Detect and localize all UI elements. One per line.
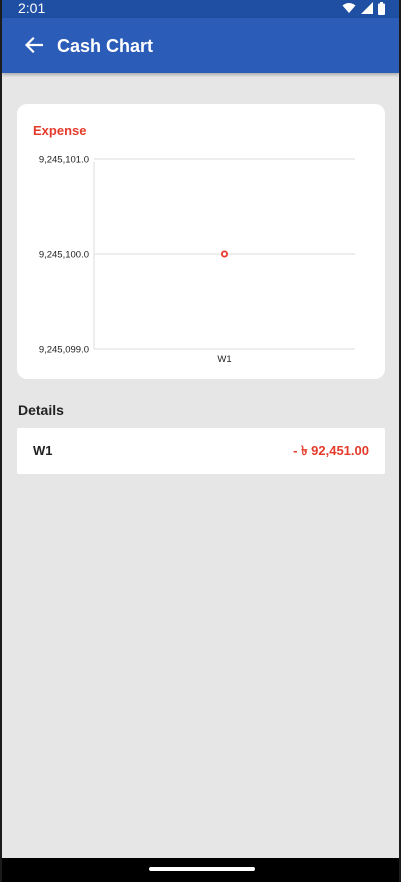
detail-label: W1 bbox=[33, 443, 53, 458]
page-title: Cash Chart bbox=[57, 36, 154, 56]
signal-icon bbox=[361, 2, 373, 14]
y-tick-label: 9,245,101.0 bbox=[39, 155, 89, 166]
y-tick-label: 9,245,099.0 bbox=[39, 345, 89, 356]
detail-row-w1[interactable]: W1 - ৳ 92,451.00 bbox=[17, 428, 385, 474]
screen: 2:01 Cash Chart Expense 9,245,101.0 9,245… bbox=[2, 0, 399, 882]
y-tick-label: 9,245,100.0 bbox=[39, 250, 89, 261]
app-bar: Cash Chart bbox=[2, 18, 399, 73]
arrow-back-icon bbox=[25, 37, 43, 53]
back-button[interactable] bbox=[20, 31, 48, 59]
status-icons bbox=[342, 1, 385, 15]
home-indicator[interactable] bbox=[149, 867, 255, 871]
detail-amount: - ৳ 92,451.00 bbox=[293, 443, 369, 458]
status-time: 2:01 bbox=[18, 0, 46, 16]
status-bar: 2:01 bbox=[2, 0, 399, 18]
details-heading: Details bbox=[18, 402, 64, 418]
wifi-icon bbox=[342, 3, 356, 13]
battery-icon bbox=[378, 1, 385, 15]
system-nav-bar bbox=[2, 858, 399, 882]
data-point bbox=[220, 250, 228, 258]
x-tick-label: W1 bbox=[217, 354, 231, 365]
expense-chart-card: Expense 9,245,101.0 9,245,100.0 9,245,099.… bbox=[17, 104, 385, 379]
expense-chart: 9,245,101.0 9,245,100.0 9,245,099.0 W1 bbox=[39, 155, 355, 365]
